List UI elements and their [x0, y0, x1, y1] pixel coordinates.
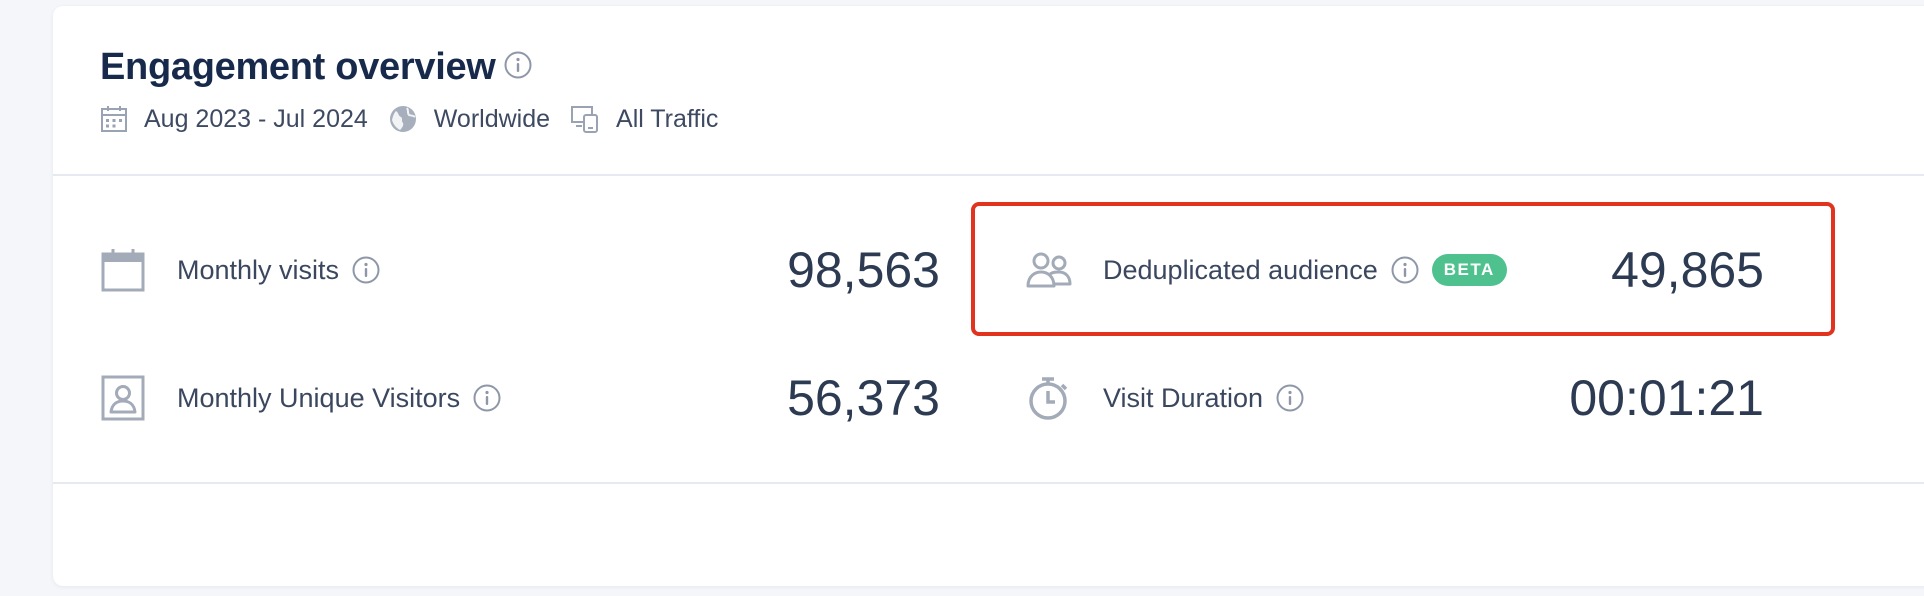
info-icon[interactable]	[503, 50, 533, 85]
calendar-icon	[99, 246, 147, 294]
metrics-divider	[53, 482, 1924, 484]
metric-label: Visit Duration	[1103, 382, 1264, 413]
highlight-box	[971, 202, 1835, 336]
date-range[interactable]: Aug 2023 - Jul 2024	[144, 105, 368, 134]
region-filter[interactable]: Worldwide	[434, 105, 550, 134]
header-divider	[53, 174, 1924, 176]
card-header: Engagement overview Aug 2023 - Jul 2024 …	[53, 6, 1924, 176]
metric-visit-duration: Visit Duration	[1025, 368, 1305, 428]
metric-value: 98,563	[787, 242, 940, 298]
metric-value: 00:01:21	[1569, 370, 1764, 426]
info-icon[interactable]	[351, 255, 381, 285]
engagement-overview-card: Engagement overview Aug 2023 - Jul 2024 …	[53, 6, 1924, 586]
devices-icon	[570, 104, 600, 134]
filters-row: Aug 2023 - Jul 2024 Worldwide All Traffi…	[100, 102, 738, 136]
metric-monthly-unique-visitors: Monthly Unique Visitors	[99, 368, 502, 428]
metric-label: Monthly visits	[177, 254, 340, 285]
stopwatch-icon	[1025, 374, 1073, 422]
metric-value: 56,373	[787, 370, 940, 426]
visitor-card-icon	[99, 374, 147, 422]
calendar-icon	[100, 105, 128, 133]
globe-icon	[388, 104, 418, 134]
metric-monthly-visits: Monthly visits	[99, 240, 381, 300]
info-icon[interactable]	[1275, 383, 1305, 413]
card-title: Engagement overview	[100, 46, 496, 88]
info-icon[interactable]	[472, 383, 502, 413]
traffic-filter[interactable]: All Traffic	[616, 105, 718, 134]
metric-label: Monthly Unique Visitors	[177, 382, 461, 413]
